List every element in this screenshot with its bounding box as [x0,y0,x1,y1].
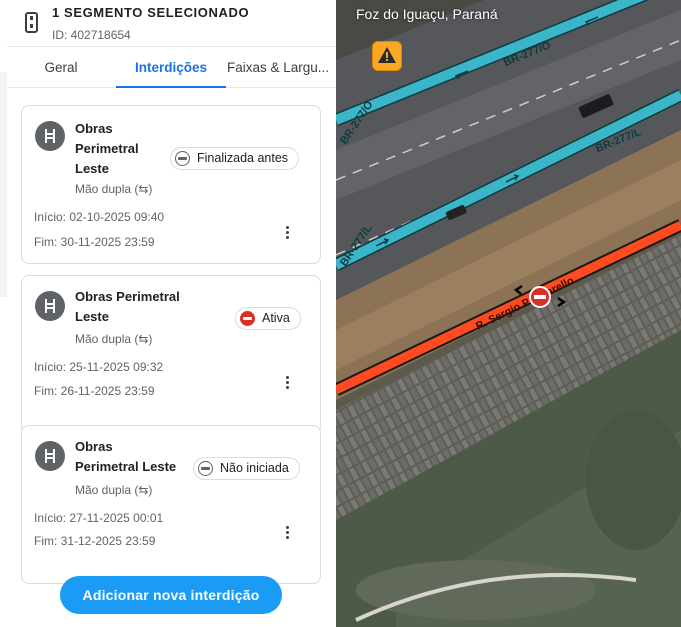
map-location-title: Foz do Iguaçu, Paraná [356,6,498,22]
closure-title: Obras Perimetral Leste [75,119,139,179]
end-date: Fim: 26-11-2025 23:59 [34,384,155,398]
end-date: Fim: 30-11-2025 23:59 [34,235,155,249]
start-date: Início: 02-10-2025 09:40 [34,210,165,224]
start-date: Início: 27-11-2025 00:01 [34,511,164,525]
status-badge: Ativa [235,307,301,330]
more-options-icon[interactable] [280,522,296,542]
road-closure-icon [35,441,65,471]
minus-circle-outline-icon [198,461,213,476]
selection-title: 1 SEGMENTO SELECIONADO [52,5,250,20]
status-label: Finalizada antes [197,151,289,165]
more-options-icon[interactable] [280,222,296,242]
closure-title-line: Perimetral Leste [75,459,177,474]
no-entry-icon [240,311,255,326]
minus-circle-outline-icon [175,151,190,166]
status-label: Ativa [262,311,290,325]
road-segment-icon [25,12,38,33]
closure-title-line: Obras [75,439,113,454]
start-date: Início: 25-11-2025 09:32 [34,360,164,374]
end-date: Fim: 31-12-2025 23:59 [34,534,156,548]
closure-card[interactable]: Obras Perimetral Leste Mão dupla (⇆) Não… [21,425,321,584]
status-badge: Finalizada antes [170,147,300,170]
closure-title-line: Obras Perimetral [75,289,180,304]
app-window: 1 SEGMENTO SELECIONADO ID: 402718654 Ger… [0,0,681,627]
segment-id: ID: 402718654 [52,28,131,42]
direction-label: Mão dupla (⇆) [75,332,153,346]
closure-title-line: Obras [75,121,113,136]
road-closure-icon [35,291,65,321]
closure-marker-icon[interactable] [529,286,551,308]
closure-title: Obras Perimetral Leste [75,287,180,327]
status-badge: Não iniciada [193,457,300,480]
closure-card[interactable]: Obras Perimetral Leste Mão dupla (⇆) Fin… [21,105,321,264]
segment-panel: 1 SEGMENTO SELECIONADO ID: 402718654 Ger… [0,0,336,627]
tab-faixas-larguras[interactable]: Faixas & Largu... [226,47,336,88]
panel-scroll-rail [0,72,7,297]
tab-bar: Geral Interdições Faixas & Largu... [7,46,336,88]
add-closure-button[interactable]: Adicionar nova interdição [60,576,282,614]
status-label: Não iniciada [220,461,289,475]
closure-title-line: Leste [75,161,109,176]
closure-title: Obras Perimetral Leste [75,437,176,477]
more-options-icon[interactable] [280,372,296,392]
direction-label: Mão dupla (⇆) [75,182,153,196]
road-closure-icon [35,121,65,151]
map-view[interactable]: Foz do Iguaçu, Paraná BR-277/O BR-277/L … [336,0,681,627]
tab-interdicoes[interactable]: Interdições [116,47,226,88]
warning-triangle-icon [378,47,396,63]
panel-header: 1 SEGMENTO SELECIONADO ID: 402718654 [0,0,336,46]
tab-geral[interactable]: Geral [7,47,115,88]
closure-title-line: Leste [75,309,109,324]
warning-icon[interactable] [372,41,402,71]
closure-card[interactable]: Obras Perimetral Leste Mão dupla (⇆) Ati… [21,275,321,434]
direction-label: Mão dupla (⇆) [75,483,153,497]
closure-title-line: Perimetral [75,141,139,156]
